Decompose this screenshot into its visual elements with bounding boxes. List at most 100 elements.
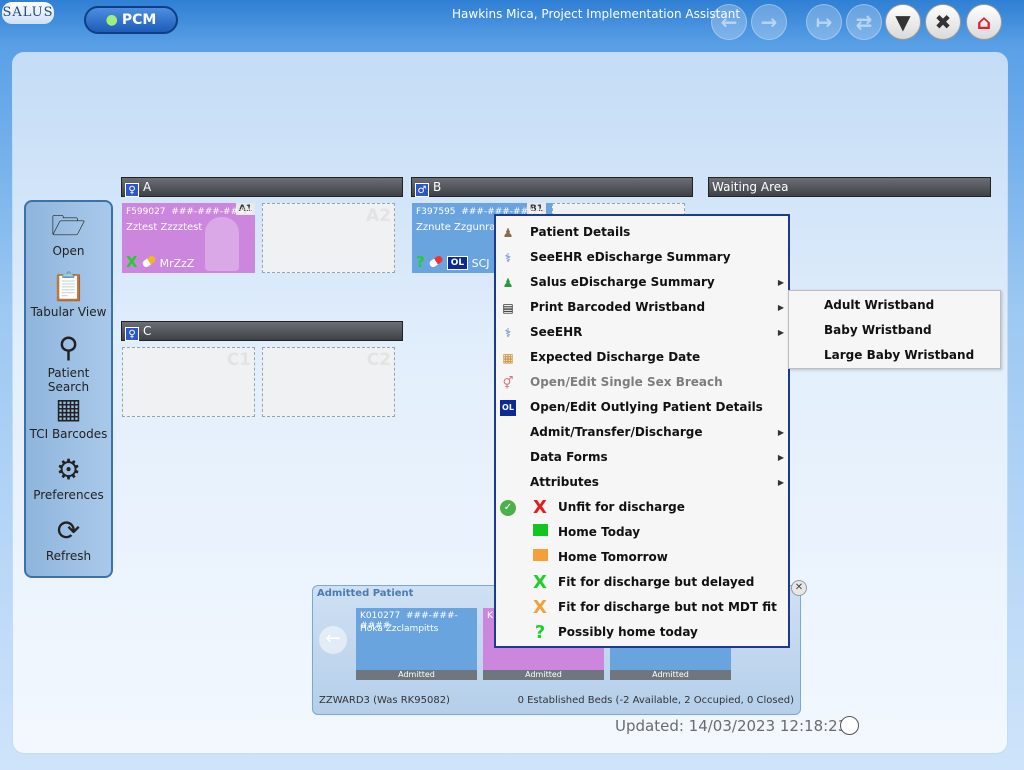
logout-button[interactable]: ↦ — [806, 4, 842, 40]
menu-item-label: Home Tomorrow — [558, 550, 668, 564]
menu-expected-discharge-date[interactable]: ▦ Expected Discharge Date — [496, 345, 788, 370]
bed-c2[interactable]: C2 — [262, 347, 395, 417]
bed-label: A2 — [366, 206, 391, 226]
menu-outlying-patient[interactable]: OL Open/Edit Outlying Patient Details — [496, 395, 788, 420]
sidebar-item-tabular-view[interactable]: 📋 Tabular View — [26, 271, 111, 320]
menu-salus-edischarge[interactable]: ♟ Salus eDischarge Summary ▶ — [496, 270, 788, 295]
bed-a2[interactable]: A2 — [262, 203, 395, 273]
sidebar-item-patient-search[interactable]: ⚲ Patient Search — [26, 332, 111, 395]
close-icon: ✖ — [934, 10, 952, 34]
seeehr-icon: ⚕ — [504, 251, 512, 265]
sync-status-indicator[interactable] — [840, 716, 859, 735]
people-icon: ● — [105, 12, 118, 28]
menu-seeehr-edischarge[interactable]: ⚕ SeeEHR eDischarge Summary — [496, 245, 788, 270]
bed-a1[interactable]: A1 F599027 ###-###-#### Zztest Zzzztest … — [122, 203, 255, 273]
menu-item-label: Open/Edit Single Sex Breach — [530, 375, 723, 389]
menu-item-label: Unfit for discharge — [558, 500, 685, 514]
filter-button[interactable]: ▼ — [885, 4, 921, 40]
menu-unfit-for-discharge[interactable]: ✓ X Unfit for discharge — [496, 495, 788, 520]
menu-home-today[interactable]: Home Today — [496, 520, 788, 545]
patient-number: K010277 — [360, 611, 401, 621]
menu-data-forms[interactable]: Data Forms ▶ — [496, 445, 788, 470]
menu-possibly-home-today[interactable]: ? Possibly home today — [496, 620, 788, 645]
top-bar: SALUS ● PCM Hawkins Mica, Project Impleme… — [0, 0, 1024, 46]
bed-c1[interactable]: C1 — [122, 347, 255, 417]
arrow-right-icon: → — [760, 10, 778, 34]
refresh-icon: ⟳ — [56, 514, 81, 547]
sidebar-item-label: Patient Search — [47, 366, 90, 394]
menu-seeehr[interactable]: ⚕ SeeEHR ▶ — [496, 320, 788, 345]
last-updated: Updated: 14/03/2023 12:18:23 — [615, 717, 848, 735]
bay-header-a[interactable]: ♀ A — [121, 177, 403, 197]
menu-admit-transfer-discharge[interactable]: Admit/Transfer/Discharge ▶ — [496, 420, 788, 445]
bay-label: C — [143, 324, 152, 338]
ward-name: ZZWARD3 (Was RK95082) — [319, 695, 450, 706]
transfer-button[interactable]: ⇄ — [846, 4, 882, 40]
sidebar-item-refresh[interactable]: ⟳ Refresh — [26, 514, 111, 564]
bay-header-waiting-area[interactable]: Waiting Area — [708, 177, 991, 197]
menu-item-label: Salus eDischarge Summary — [530, 275, 715, 289]
admitted-card-1[interactable]: K010277 ###-###-#### Hoka Zzclampitts Ad… — [356, 608, 477, 680]
forward-button[interactable]: → — [751, 4, 787, 40]
sidebar-item-tci-barcodes[interactable]: ▦ TCI Barcodes — [26, 392, 111, 442]
bay-header-b[interactable]: ♂ B — [411, 177, 693, 197]
sidebar-item-open[interactable]: 🗁 Open — [26, 210, 111, 259]
menu-item-label: Patient Details — [530, 225, 631, 239]
menu-home-tomorrow[interactable]: Home Tomorrow — [496, 545, 788, 570]
sidebar-item-preferences[interactable]: ⚙ Preferences — [26, 453, 111, 503]
menu-item-label: Fit for discharge but delayed — [558, 575, 755, 589]
pcm-module-button[interactable]: ● PCM — [84, 6, 178, 34]
sidebar-item-label: Tabular View — [30, 305, 107, 319]
red-x-icon: X — [533, 497, 547, 518]
possibly-home-icon: ? — [416, 253, 425, 271]
orange-square-icon — [530, 545, 550, 570]
menu-attributes[interactable]: Attributes ▶ — [496, 470, 788, 495]
submenu-large-baby-wristband[interactable]: Large Baby Wristband — [789, 343, 1000, 368]
bay-header-c[interactable]: ♀ C — [121, 321, 403, 341]
bed-label: C2 — [366, 350, 391, 370]
barcode-icon: ▤ — [502, 301, 514, 315]
checkmark-icon: ✓ — [500, 500, 516, 516]
outlying-badge: OL — [446, 256, 469, 270]
beds-summary: 0 Established Beds (-2 Available, 2 Occu… — [517, 695, 794, 706]
home-button[interactable]: ⌂ — [966, 4, 1002, 40]
sidebar-item-label: TCI Barcodes — [29, 427, 108, 441]
submenu-arrow-icon: ▶ — [777, 278, 784, 287]
doctor-icon: ♟ — [502, 276, 514, 290]
qr-code-icon: ▦ — [55, 392, 82, 425]
submenu-arrow-icon: ▶ — [777, 303, 784, 312]
submenu-adult-wristband[interactable]: Adult Wristband — [789, 293, 1000, 318]
bay-label: Waiting Area — [712, 180, 789, 194]
submenu-arrow-icon: ▶ — [777, 428, 784, 437]
patient-icon: ♟ — [502, 226, 514, 240]
previous-page-button[interactable]: ← — [319, 626, 347, 654]
close-icon: ✕ — [794, 582, 804, 593]
patient-silhouette-icon — [205, 217, 239, 271]
medication-icon — [427, 254, 444, 269]
menu-item-label: Home Today — [558, 525, 641, 539]
menu-fit-not-mdt[interactable]: X Fit for discharge but not MDT fit — [496, 595, 788, 620]
admission-status: Admitted — [610, 670, 731, 680]
menu-item-label: Open/Edit Outlying Patient Details — [530, 400, 763, 414]
menu-item-label: Possibly home today — [558, 625, 698, 639]
consultant-code: MrZzZ — [159, 257, 195, 270]
patient-id: K — [487, 611, 493, 621]
submenu-baby-wristband[interactable]: Baby Wristband — [789, 318, 1000, 343]
menu-print-wristband[interactable]: ▤ Print Barcoded Wristband ▶ — [496, 295, 788, 320]
mixed-bay-icon: ♂ — [415, 183, 429, 197]
menu-single-sex-breach[interactable]: ⚥ Open/Edit Single Sex Breach — [496, 370, 788, 395]
close-admitted-panel-button[interactable]: ✕ — [791, 580, 807, 596]
bay-label: B — [433, 180, 442, 194]
close-button[interactable]: ✖ — [925, 4, 961, 40]
salus-logo: SALUS — [2, 2, 54, 24]
menu-fit-but-delayed[interactable]: X Fit for discharge but delayed — [496, 570, 788, 595]
submenu-item-label: Large Baby Wristband — [824, 348, 975, 362]
gear-icon: ⚙ — [55, 453, 82, 486]
admitted-panel-title: Admitted Patient — [317, 588, 414, 599]
sidebar-item-label: Refresh — [45, 549, 92, 563]
green-x-icon: X — [533, 572, 547, 593]
patient-number: F397595 — [416, 207, 456, 217]
menu-patient-details[interactable]: ♟ Patient Details — [496, 220, 788, 245]
transfer-icon: ⇄ — [855, 10, 873, 34]
back-button[interactable]: ← — [711, 4, 747, 40]
